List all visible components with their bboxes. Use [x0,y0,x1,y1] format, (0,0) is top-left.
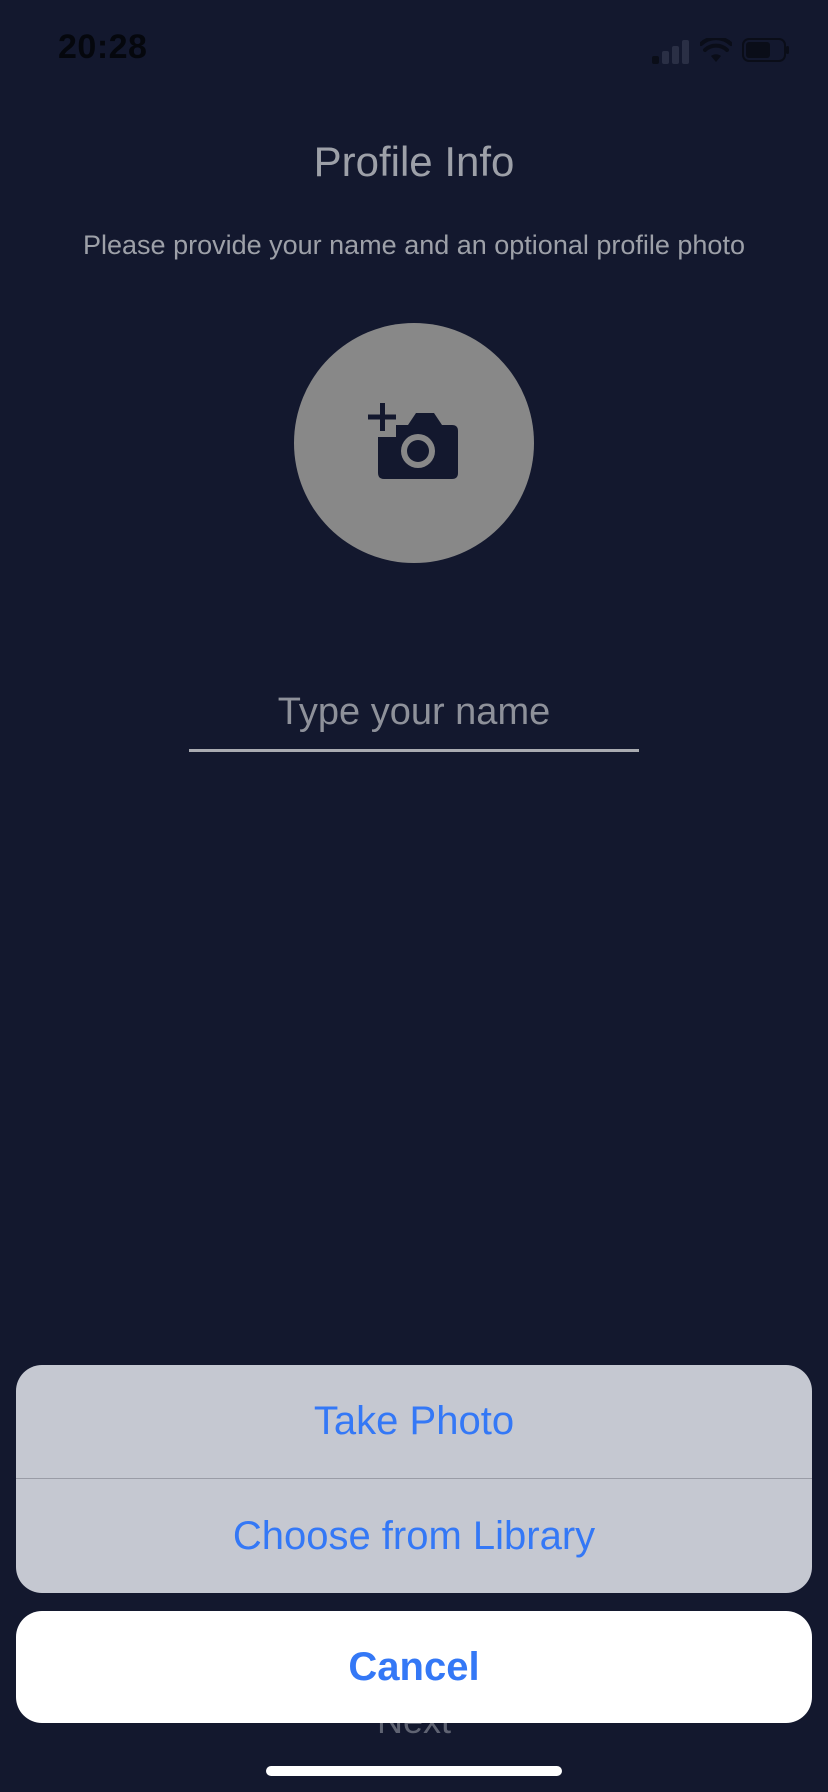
status-time: 20:28 [58,28,148,66]
take-photo-button[interactable]: Take Photo [16,1365,812,1478]
choose-from-library-button[interactable]: Choose from Library [16,1479,812,1593]
name-input[interactable] [189,675,639,752]
cancel-button[interactable]: Cancel [16,1611,812,1723]
page-title: Profile Info [313,138,515,185]
page-subtitle: Please provide your name and an optional… [83,230,745,260]
battery-icon [742,38,789,62]
status-bar: 20:28 [0,0,828,100]
profile-photo-button[interactable] [294,323,534,563]
cellular-signal-icon [652,38,692,64]
action-sheet: Take Photo Choose from Library [16,1365,812,1593]
name-field-container [189,675,639,755]
home-indicator[interactable] [266,1766,562,1776]
wifi-icon [700,38,732,62]
add-photo-camera-icon [368,403,458,479]
